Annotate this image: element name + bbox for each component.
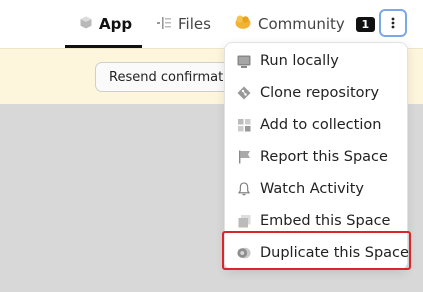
more-options-button[interactable] xyxy=(379,9,407,37)
menu-item-label: Clone repository xyxy=(260,85,380,101)
files-icon xyxy=(157,15,171,33)
menu-item-add-to-collection[interactable]: Add to collection xyxy=(225,109,407,141)
cube-icon xyxy=(80,15,92,33)
menu-item-label: Duplicate this Space xyxy=(260,245,409,261)
collection-icon xyxy=(237,118,251,132)
menu-item-label: Watch Activity xyxy=(260,181,364,197)
community-count-badge: 1 xyxy=(355,16,375,32)
menu-item-run-locally[interactable]: Run locally xyxy=(225,45,407,77)
tab-label: App xyxy=(99,15,133,33)
terminal-icon xyxy=(237,54,251,68)
menu-item-label: Add to collection xyxy=(260,117,382,133)
menu-item-clone-repository[interactable]: Clone repository xyxy=(225,77,407,109)
tab-community[interactable]: Community 1 xyxy=(235,0,375,48)
embed-icon xyxy=(237,214,251,228)
git-icon xyxy=(237,86,251,100)
tab-files[interactable]: Files xyxy=(157,0,211,48)
tab-label: Community xyxy=(258,15,345,33)
community-icon xyxy=(235,15,251,33)
menu-item-embed-space[interactable]: Embed this Space xyxy=(225,205,407,237)
menu-item-label: Embed this Space xyxy=(260,213,391,229)
menu-item-label: Run locally xyxy=(260,53,339,69)
more-options-menu: Run locally Clone repository Add to coll… xyxy=(224,42,409,270)
menu-item-label: Report this Space xyxy=(260,149,388,165)
vertical-dots-icon xyxy=(391,14,395,33)
menu-item-watch-activity[interactable]: Watch Activity xyxy=(225,173,407,205)
tab-label: Files xyxy=(178,15,211,33)
space-header: App Files Community 1 xyxy=(0,0,423,48)
menu-item-report-space[interactable]: Report this Space xyxy=(225,141,407,173)
menu-item-duplicate-space[interactable]: Duplicate this Space xyxy=(225,237,409,269)
bell-icon xyxy=(237,182,251,196)
duplicate-icon xyxy=(237,246,251,260)
flag-icon xyxy=(237,150,251,164)
tab-app[interactable]: App xyxy=(80,0,132,48)
